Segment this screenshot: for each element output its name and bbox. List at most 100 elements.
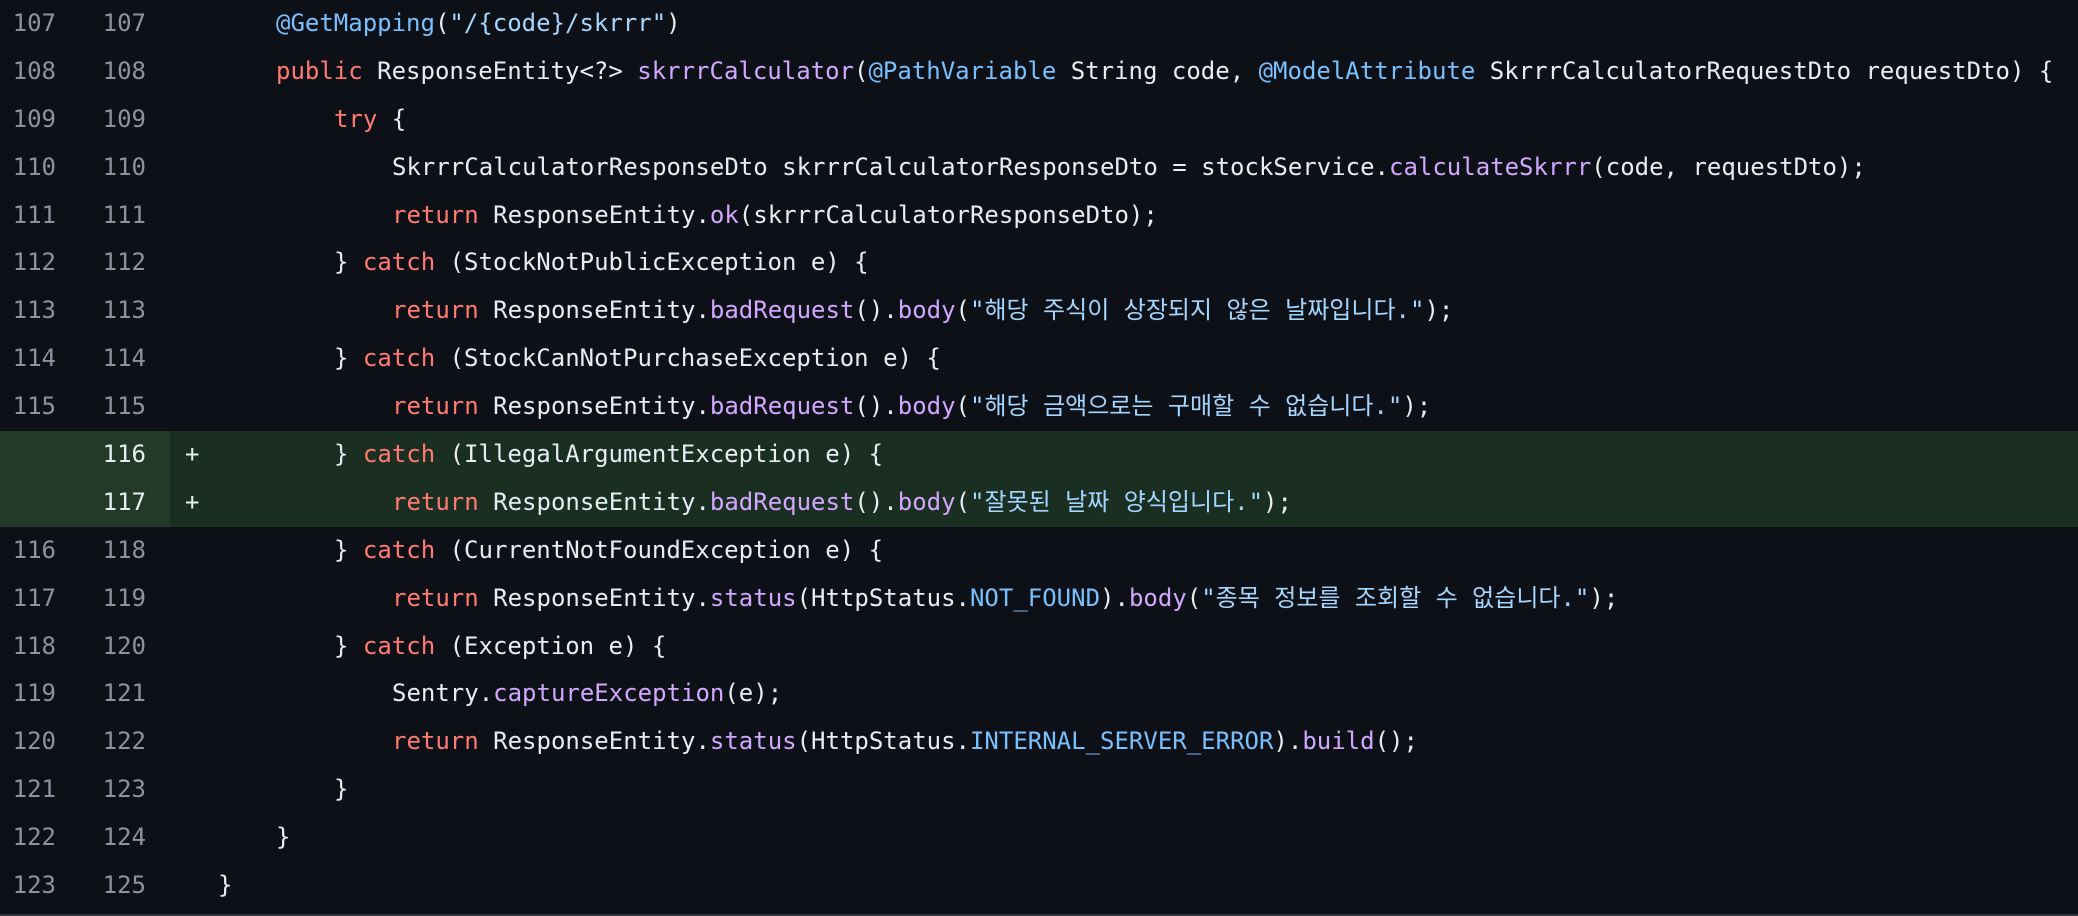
new-line-number[interactable]: 113: [102, 287, 146, 335]
code-token: ).: [1100, 583, 1129, 612]
diff-line: 115 115 return ResponseEntity.badRequest()…: [0, 383, 2078, 431]
old-line-number[interactable]: 119: [12, 670, 56, 718]
code-token: status: [709, 583, 797, 612]
code-diff-view: 107 107 @GetMapping("/{code}/skrrr") 108 108…: [0, 0, 2078, 910]
code-token: (skrrrCalculatorResponseDto);: [738, 200, 1158, 229]
old-line-number[interactable]: 116: [12, 527, 56, 575]
code-line: }: [334, 766, 348, 814]
new-line-number[interactable]: 122: [102, 718, 146, 766]
line-number-gutter: 107 107: [0, 0, 170, 48]
code-token: return: [392, 487, 479, 516]
new-line-number[interactable]: 119: [102, 575, 146, 623]
code-token: ResponseEntity.: [478, 487, 710, 516]
old-line-number[interactable]: 112: [12, 239, 56, 287]
code-token: body: [897, 392, 956, 421]
line-number-gutter: 117: [0, 478, 170, 527]
new-line-number[interactable]: 115: [102, 383, 146, 431]
code-token: NOT_FOUND: [969, 583, 1101, 612]
old-line-number[interactable]: 107: [12, 0, 56, 48]
old-line-number[interactable]: 110: [12, 144, 56, 192]
code-token: (: [1186, 583, 1202, 612]
new-line-number[interactable]: 123: [102, 766, 146, 814]
diff-line-added: 116 +} catch (IllegalArgumentException e)…: [0, 431, 2078, 479]
new-line-number[interactable]: 111: [102, 192, 146, 240]
new-line-number[interactable]: 120: [102, 623, 146, 671]
line-number-gutter: 108 108: [0, 48, 170, 96]
old-line-number[interactable]: 117: [12, 575, 56, 623]
old-line-number[interactable]: 121: [12, 766, 56, 814]
code-token: return: [392, 727, 479, 756]
code-token: ().: [854, 392, 898, 421]
old-line-number[interactable]: 109: [12, 96, 56, 144]
code-token: );: [1424, 296, 1454, 325]
code-token: }: [218, 871, 233, 900]
old-line-number[interactable]: 118: [12, 623, 56, 671]
code-token: public: [276, 56, 363, 85]
code-line: public ResponseEntity<?> skrrrCalculator…: [276, 48, 2053, 96]
new-line-number[interactable]: 114: [102, 335, 146, 383]
code-token: SkrrrCalculatorRequestDto requestDto) {: [1475, 56, 2054, 85]
old-line-number[interactable]: 122: [12, 814, 56, 862]
new-line-number[interactable]: 125: [102, 862, 146, 910]
line-number-gutter: 112 112: [0, 239, 170, 287]
old-line-number[interactable]: 120: [12, 718, 56, 766]
diff-line: 117 119 return ResponseEntity.status(HttpS…: [0, 575, 2078, 623]
code-token: }: [334, 535, 363, 564]
code-line: }: [218, 862, 232, 910]
code-token: ();: [1374, 727, 1418, 756]
line-number-gutter: 116: [0, 431, 170, 479]
new-line-number[interactable]: 108: [102, 48, 146, 96]
code-token: (code, requestDto);: [1591, 152, 1866, 181]
code-line: } catch (StockCanNotPurchaseException e)…: [334, 335, 941, 383]
code-token: "잘못된 날짜 양식입니다.": [970, 487, 1264, 516]
line-number-gutter: 116 118: [0, 527, 170, 575]
diff-marker: +: [185, 487, 200, 516]
code-line: } catch (Exception e) {: [334, 623, 666, 671]
code-token: @PathVariable: [868, 56, 1057, 85]
diff-line: 112 112} catch (StockNotPublicException e…: [0, 239, 2078, 287]
code-token: catch: [362, 344, 436, 373]
line-number-gutter: 120 122: [0, 718, 170, 766]
new-line-number[interactable]: 116: [102, 431, 146, 479]
new-line-number[interactable]: 118: [102, 527, 146, 575]
old-line-number[interactable]: 114: [12, 335, 56, 383]
new-line-number[interactable]: 121: [102, 670, 146, 718]
line-number-gutter: 118 120: [0, 623, 170, 671]
code-line: try {: [334, 96, 406, 144]
new-line-number[interactable]: 124: [102, 814, 146, 862]
old-line-number[interactable]: 123: [12, 862, 56, 910]
line-number-gutter: 109 109: [0, 96, 170, 144]
old-line-number[interactable]: 111: [12, 192, 56, 240]
code-token: skrrrCalculator: [637, 56, 854, 85]
code-token: );: [1263, 487, 1292, 516]
new-line-number[interactable]: 110: [102, 144, 146, 192]
new-line-number[interactable]: 107: [102, 0, 146, 48]
new-line-number[interactable]: 112: [102, 239, 146, 287]
code-token: @GetMapping: [276, 9, 435, 37]
line-number-gutter: 117 119: [0, 575, 170, 623]
code-token: status: [709, 727, 797, 756]
new-line-number[interactable]: 109: [102, 96, 146, 144]
code-token: (StockCanNotPurchaseException e) {: [435, 344, 941, 373]
old-line-number[interactable]: 108: [12, 48, 56, 96]
code-token: catch: [362, 631, 436, 660]
code-token: ).: [1273, 727, 1303, 756]
old-line-number[interactable]: 115: [12, 383, 56, 431]
code-token: (StockNotPublicException e) {: [435, 248, 869, 277]
code-token: }: [276, 823, 291, 852]
code-token: ().: [854, 487, 898, 516]
line-number-gutter: 119 121: [0, 670, 170, 718]
diff-line: 109 109 try {: [0, 96, 2078, 144]
code-token: "종목 정보를 조회할 수 없습니다.": [1201, 583, 1590, 612]
line-number-gutter: 111 111: [0, 192, 170, 240]
code-token: body: [897, 487, 956, 516]
code-token: (e);: [724, 679, 783, 708]
code-token: (CurrentNotFoundException e) {: [435, 535, 884, 564]
code-token: Sentry.: [392, 679, 494, 708]
diff-line: 111 111 return ResponseEntity.ok(skrrrCalc…: [0, 192, 2078, 240]
code-line: @GetMapping("/{code}/skrrr"): [276, 0, 681, 48]
code-line: Sentry.captureException(e);: [392, 670, 782, 718]
new-line-number[interactable]: 117: [102, 479, 146, 527]
code-line: return ResponseEntity.badRequest().body(…: [392, 383, 1431, 431]
old-line-number[interactable]: 113: [12, 287, 56, 335]
